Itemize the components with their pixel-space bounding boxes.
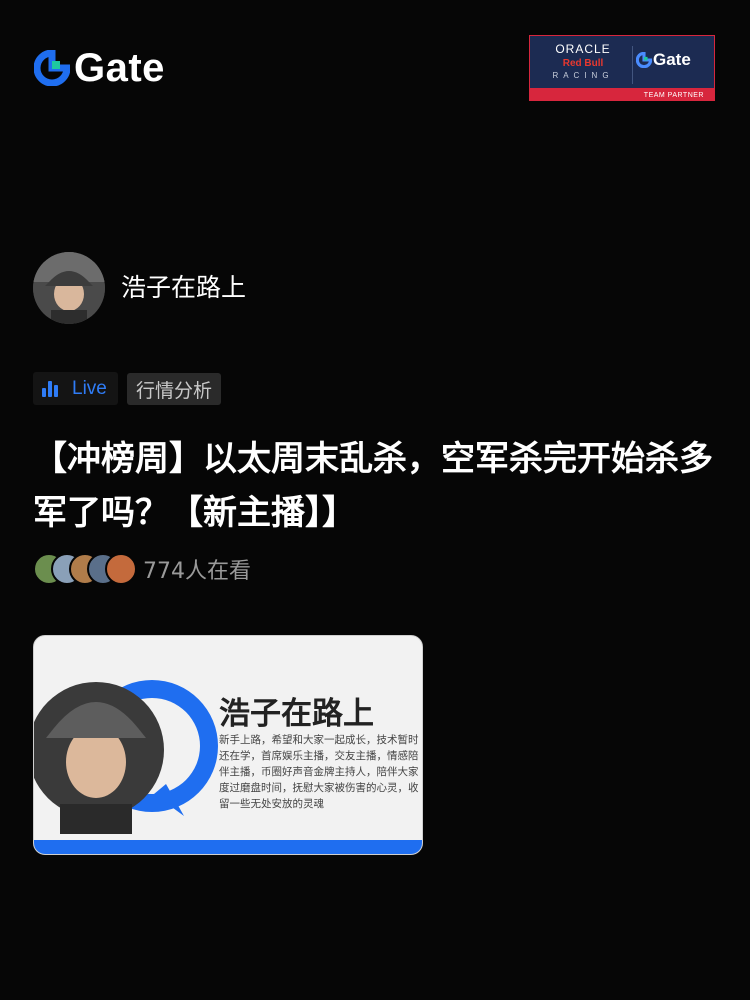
streamer-avatar[interactable] (33, 252, 105, 324)
racing-label: RACING (552, 71, 614, 80)
oracle-label: ORACLE (555, 42, 611, 56)
cover-photo-icon (34, 680, 218, 834)
red-bull-label: Red Bull (562, 58, 604, 69)
cover-description: 新手上路，希望和大家一起成长，技术暂时还在学，首席娱乐主播，交友主播，情感陪伴主… (219, 734, 419, 810)
viewer-info: 774人在看 (33, 553, 251, 585)
partner-caption-bar: TEAM PARTNER (530, 88, 714, 100)
bar-chart-icon (42, 380, 60, 397)
gate-logo: Gate (34, 48, 165, 88)
cover-accent-bar (34, 840, 422, 854)
partner-divider (632, 46, 633, 84)
viewer-avatar-stack (33, 553, 137, 585)
stream-title: 【冲榜周】以太周末乱杀，空军杀完开始杀多军了吗？【新主播】】 (33, 439, 713, 533)
gate-logo-icon (34, 50, 70, 86)
topic-tag[interactable]: 行情分析 (127, 373, 222, 405)
live-tag[interactable]: Live (33, 372, 118, 405)
team-partner-caption: TEAM PARTNER (643, 92, 704, 99)
viewer-count: 774人在看 (143, 559, 251, 584)
viewer-avatar (105, 553, 137, 585)
streamer-name[interactable]: 浩子在路上 (121, 271, 246, 305)
gate-small-icon (636, 52, 652, 68)
live-tag-label: Live (72, 377, 107, 399)
gate-logo-text: Gate (74, 46, 165, 90)
team-partner-badge: ORACLE Red Bull RACING Gate TEAM PARTNER (529, 35, 715, 101)
cover-streamer-name: 浩子在路上 (219, 696, 374, 732)
user-photo-icon (33, 252, 105, 324)
partner-gate-label: Gate (653, 50, 691, 69)
stream-cover-card[interactable]: 浩子在路上 新手上路，希望和大家一起成长，技术暂时还在学，首席娱乐主播，交友主播… (33, 635, 423, 855)
